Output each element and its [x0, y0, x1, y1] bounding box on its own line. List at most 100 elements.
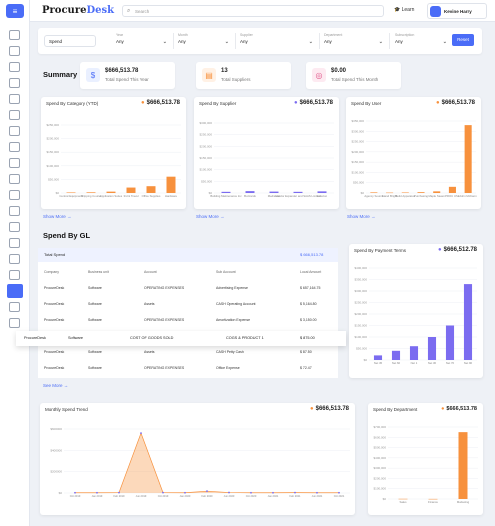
- bar: [458, 432, 468, 499]
- logo-accent: Desk: [86, 5, 115, 16]
- settings-icon[interactable]: [9, 302, 20, 312]
- x-tick-label: Hardware: [165, 194, 178, 198]
- x-tick-label: Amazon: [317, 194, 328, 198]
- column-header[interactable]: Company: [44, 270, 59, 274]
- learn-label: Learn: [401, 7, 415, 13]
- invoice-icon[interactable]: [9, 94, 20, 104]
- y-tick-label: $300,000: [354, 289, 367, 293]
- box-icon[interactable]: [9, 190, 20, 200]
- y-tick-label: $150,000: [46, 150, 59, 154]
- filter-label: Supplier: [240, 33, 253, 37]
- table-row[interactable]: ProcureDesk Software Assets CASH Petty Cash…: [38, 346, 338, 358]
- table-cell: Assets: [144, 350, 155, 354]
- handshake-icon[interactable]: [9, 158, 20, 168]
- x-tick-label: Net 1: [411, 361, 418, 365]
- order-icon[interactable]: [9, 78, 20, 88]
- spend-select[interactable]: Spend: [44, 35, 96, 47]
- team-icon[interactable]: [9, 254, 20, 264]
- y-tick-label: $500,000: [373, 446, 386, 450]
- y-tick-label: $100,000: [373, 487, 386, 491]
- x-tick-label: Vendor Expander and SAAS Limited: [275, 194, 321, 198]
- filter-label: Year: [116, 33, 124, 37]
- filter-label: Department: [324, 33, 343, 37]
- show-more-link[interactable]: Show More →: [196, 214, 225, 219]
- receipt-icon[interactable]: [9, 110, 20, 120]
- search-input[interactable]: ⌕ Search: [122, 5, 384, 17]
- inventory-icon[interactable]: [9, 206, 20, 216]
- payment-icon[interactable]: [9, 126, 20, 136]
- see-more-link[interactable]: See More →: [43, 383, 68, 388]
- kpi-month-spend: ◎ $0.00 Total Spend This Month: [306, 62, 401, 89]
- bar: [269, 191, 279, 193]
- table-cell: Software: [88, 350, 102, 354]
- card-department: Spend By Department ● $666,513.78 $700,00…: [368, 403, 483, 515]
- bar: [221, 191, 231, 193]
- budget-icon[interactable]: [9, 222, 20, 232]
- x-tick-label: Net 90: [464, 361, 473, 365]
- bar: [463, 284, 473, 360]
- bar: [433, 191, 441, 193]
- filter-supplier[interactable]: Supplier Any ⌄: [240, 33, 320, 49]
- show-more-link[interactable]: Show More →: [43, 214, 72, 219]
- card-icon[interactable]: [9, 174, 20, 184]
- column-header[interactable]: Business unit: [88, 270, 109, 274]
- x-tick-label: Feb 2019: [114, 494, 126, 498]
- bar: [391, 350, 401, 360]
- x-tick-label: Marketing: [457, 500, 470, 504]
- learn-button[interactable]: 🎓 Learn: [394, 7, 414, 13]
- gl-total-row: Total Spend $ 666,513.78: [38, 248, 338, 262]
- building-icon[interactable]: [9, 142, 20, 152]
- table-row[interactable]: ProcureDesk Software OPERATING EXPENSES Adv…: [38, 282, 338, 294]
- y-tick-label: $0: [59, 491, 63, 495]
- layers-icon[interactable]: [9, 270, 20, 280]
- show-more-link[interactable]: Show More →: [347, 214, 376, 219]
- bar: [317, 191, 327, 193]
- column-header[interactable]: Account: [144, 270, 157, 274]
- supplier-icon: ▤: [202, 68, 216, 82]
- bar: [106, 191, 116, 193]
- table-row[interactable]: ProcureDesk Software OPERATING EXPENSES Off…: [38, 362, 338, 374]
- x-tick-label: Buzzards: [244, 194, 256, 198]
- table-row[interactable]: ProcureDesk Software OPERATING EXPENSES Amo…: [38, 314, 338, 326]
- table-cell: Amortization Expense: [216, 318, 251, 322]
- data-point: [162, 491, 164, 494]
- chevron-down-icon: ⌄: [442, 39, 447, 45]
- table-row[interactable]: ProcureDesk Software Assets CASH Operating …: [38, 298, 338, 310]
- gl-title: Spend By GL: [43, 231, 91, 240]
- user-name: Kevine Harry: [444, 9, 472, 14]
- reset-button[interactable]: Reset: [452, 34, 474, 46]
- gl-highlight-row[interactable]: ProcureDesk Software COST OF GOODS SOLD …: [16, 331, 346, 346]
- user-menu[interactable]: Kevine Harry: [427, 3, 487, 19]
- x-tick-label: Oct 2019: [70, 494, 81, 498]
- menu-icon[interactable]: ≡: [6, 4, 24, 18]
- column-header[interactable]: Sub Account: [216, 270, 236, 274]
- table-cell: Software: [88, 318, 102, 322]
- dashboard-icon[interactable]: [9, 30, 20, 40]
- document-icon[interactable]: [9, 46, 20, 56]
- table-cell: CASH Petty Cash: [216, 350, 244, 354]
- cell: COGS & PRODUCT 1: [226, 336, 264, 340]
- search-icon: ⌕: [127, 8, 131, 14]
- filter-year[interactable]: Year Any ⌄: [116, 33, 174, 49]
- filter-month[interactable]: Month Any ⌄: [178, 33, 236, 49]
- contract-icon[interactable]: [9, 238, 20, 248]
- x-tick-label: Agency Source: [364, 194, 383, 198]
- y-tick-label: $200,000: [373, 476, 386, 480]
- filter-department[interactable]: Department Any ⌄: [324, 33, 390, 49]
- x-tick-label: Purchasing: [414, 194, 428, 198]
- column-header[interactable]: Local Amount: [300, 270, 321, 274]
- area-fill: [75, 433, 339, 493]
- requisition-icon[interactable]: [9, 62, 20, 72]
- x-tick-label: Net 45: [374, 361, 383, 365]
- user-chart: $350,000 $300,000 $250,000 $200,000 $150,000…: [351, 119, 477, 198]
- bar: [386, 192, 394, 194]
- logo[interactable]: ProcureDesk: [42, 5, 114, 16]
- data-point: [272, 491, 274, 494]
- bar: [293, 191, 303, 193]
- analytics-icon[interactable]: [7, 284, 23, 298]
- chat-icon[interactable]: [9, 318, 20, 328]
- filter-subscription[interactable]: Subscription Any ⌄: [395, 33, 453, 49]
- table-cell: Software: [88, 286, 102, 290]
- filter-label: Subscription: [395, 33, 415, 37]
- table-cell: ProcureDesk: [44, 302, 65, 306]
